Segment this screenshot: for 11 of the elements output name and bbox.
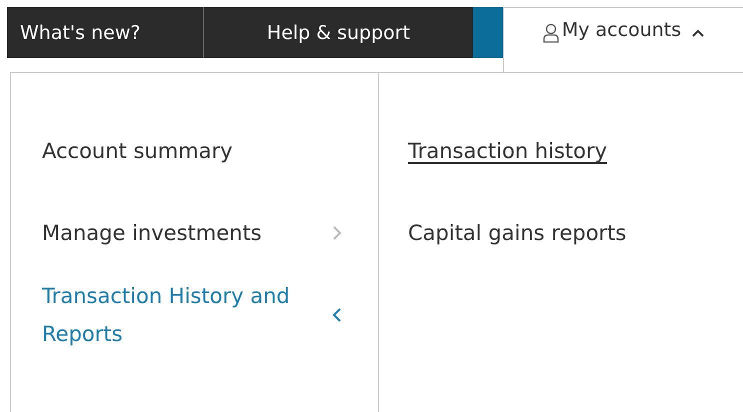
nav-link[interactable]: Help & support — [204, 7, 473, 58]
menu-item[interactable]: Transaction History and Reports — [11, 274, 378, 356]
menu-item[interactable]: Manage investments — [11, 192, 378, 274]
my-accounts-tab[interactable]: My accounts — [503, 7, 743, 72]
menu-item[interactable]: Account summary — [11, 110, 378, 192]
accent-bar — [473, 7, 503, 58]
submenu-link[interactable]: Transaction history — [408, 132, 608, 214]
submenu-link[interactable]: Capital gains reports — [408, 214, 626, 296]
person-icon — [542, 23, 560, 43]
caret-up-icon — [691, 28, 706, 38]
nav-link[interactable]: What's new? — [7, 7, 204, 58]
